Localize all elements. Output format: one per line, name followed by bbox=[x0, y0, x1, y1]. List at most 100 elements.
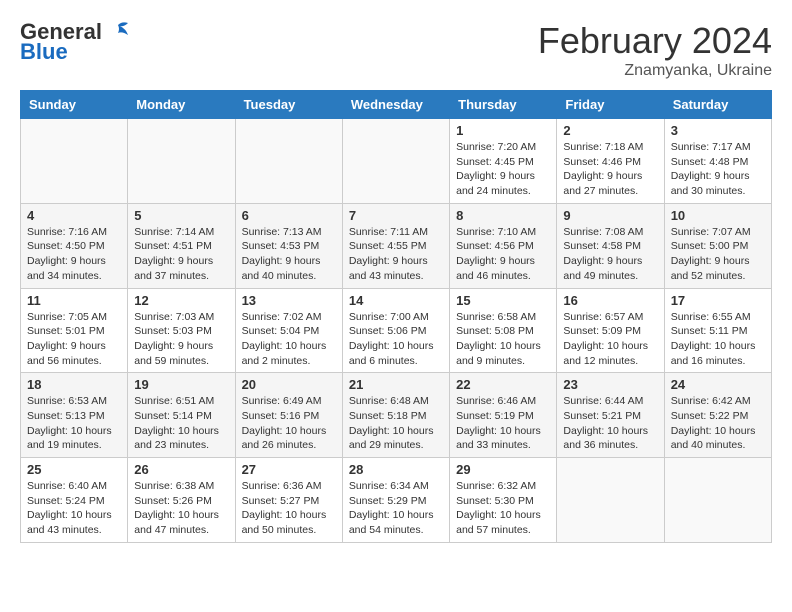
day-info: Sunrise: 6:58 AM Sunset: 5:08 PM Dayligh… bbox=[456, 310, 550, 369]
day-number: 5 bbox=[134, 208, 228, 223]
day-info: Sunrise: 6:32 AM Sunset: 5:30 PM Dayligh… bbox=[456, 479, 550, 538]
table-row: 11 Sunrise: 7:05 AM Sunset: 5:01 PM Dayli… bbox=[21, 288, 128, 373]
calendar-table: Sunday Monday Tuesday Wednesday Thursday… bbox=[20, 90, 772, 543]
day-info: Sunrise: 7:17 AM Sunset: 4:48 PM Dayligh… bbox=[671, 140, 765, 199]
logo-blue-text: Blue bbox=[20, 40, 130, 64]
day-number: 8 bbox=[456, 208, 550, 223]
table-row: 15Sunrise: 6:58 AM Sunset: 5:08 PM Dayli… bbox=[450, 288, 557, 373]
table-row: 28 Sunrise: 6:34 AM Sunset: 5:29 PM Dayli… bbox=[342, 458, 449, 543]
day-number: 21 bbox=[349, 377, 443, 392]
day-number: 16 bbox=[563, 293, 657, 308]
day-info: Sunrise: 7:20 AM Sunset: 4:45 PM Dayligh… bbox=[456, 140, 550, 199]
table-row: 22 Sunrise: 6:46 AM Sunset: 5:19 PM Dayli… bbox=[450, 373, 557, 458]
day-info: Sunrise: 6:53 AM Sunset: 5:13 PM Dayligh… bbox=[27, 394, 121, 453]
calendar-week-1: 1 Sunrise: 7:20 AM Sunset: 4:45 PM Daylig… bbox=[21, 119, 772, 204]
table-row: 19 Sunrise: 6:51 AM Sunset: 5:14 PM Dayli… bbox=[128, 373, 235, 458]
day-number: 26 bbox=[134, 462, 228, 477]
calendar-week-4: 18 Sunrise: 6:53 AM Sunset: 5:13 PM Dayli… bbox=[21, 373, 772, 458]
day-info: Sunrise: 6:42 AM Sunset: 5:22 PM Dayligh… bbox=[671, 394, 765, 453]
table-row: 5 Sunrise: 7:14 AM Sunset: 4:51 PM Daylig… bbox=[128, 203, 235, 288]
day-info: Sunrise: 6:48 AM Sunset: 5:18 PM Dayligh… bbox=[349, 394, 443, 453]
day-info: Sunrise: 7:00 AM Sunset: 5:06 PM Dayligh… bbox=[349, 310, 443, 369]
calendar-header-row: Sunday Monday Tuesday Wednesday Thursday… bbox=[21, 91, 772, 119]
table-row: 18 Sunrise: 6:53 AM Sunset: 5:13 PM Dayli… bbox=[21, 373, 128, 458]
day-number: 3 bbox=[671, 123, 765, 138]
day-number: 18 bbox=[27, 377, 121, 392]
day-info: Sunrise: 7:02 AM Sunset: 5:04 PM Dayligh… bbox=[242, 310, 336, 369]
calendar-week-3: 11 Sunrise: 7:05 AM Sunset: 5:01 PM Dayli… bbox=[21, 288, 772, 373]
day-info: Sunrise: 6:55 AM Sunset: 5:11 PM Dayligh… bbox=[671, 310, 765, 369]
day-number: 11 bbox=[27, 293, 121, 308]
day-number: 29 bbox=[456, 462, 550, 477]
day-info: Sunrise: 6:51 AM Sunset: 5:14 PM Dayligh… bbox=[134, 394, 228, 453]
day-number: 1 bbox=[456, 123, 550, 138]
table-row: 8 Sunrise: 7:10 AM Sunset: 4:56 PM Daylig… bbox=[450, 203, 557, 288]
day-info: Sunrise: 6:34 AM Sunset: 5:29 PM Dayligh… bbox=[349, 479, 443, 538]
table-row: 25Sunrise: 6:40 AM Sunset: 5:24 PM Dayli… bbox=[21, 458, 128, 543]
day-number: 28 bbox=[349, 462, 443, 477]
day-info: Sunrise: 7:13 AM Sunset: 4:53 PM Dayligh… bbox=[242, 225, 336, 284]
day-number: 19 bbox=[134, 377, 228, 392]
table-row bbox=[342, 119, 449, 204]
day-number: 2 bbox=[563, 123, 657, 138]
day-number: 13 bbox=[242, 293, 336, 308]
day-info: Sunrise: 6:44 AM Sunset: 5:21 PM Dayligh… bbox=[563, 394, 657, 453]
day-info: Sunrise: 7:08 AM Sunset: 4:58 PM Dayligh… bbox=[563, 225, 657, 284]
table-row: 17Sunrise: 6:55 AM Sunset: 5:11 PM Dayli… bbox=[664, 288, 771, 373]
day-info: Sunrise: 6:46 AM Sunset: 5:19 PM Dayligh… bbox=[456, 394, 550, 453]
day-number: 4 bbox=[27, 208, 121, 223]
table-row: 23 Sunrise: 6:44 AM Sunset: 5:21 PM Dayli… bbox=[557, 373, 664, 458]
table-row: 4Sunrise: 7:16 AM Sunset: 4:50 PM Daylig… bbox=[21, 203, 128, 288]
day-info: Sunrise: 6:36 AM Sunset: 5:27 PM Dayligh… bbox=[242, 479, 336, 538]
day-number: 27 bbox=[242, 462, 336, 477]
table-row: 2Sunrise: 7:18 AM Sunset: 4:46 PM Daylig… bbox=[557, 119, 664, 204]
page-header: General Blue February 2024 Znamyanka, Uk… bbox=[20, 20, 772, 80]
header-sunday: Sunday bbox=[21, 91, 128, 119]
table-row bbox=[21, 119, 128, 204]
day-info: Sunrise: 7:11 AM Sunset: 4:55 PM Dayligh… bbox=[349, 225, 443, 284]
header-monday: Monday bbox=[128, 91, 235, 119]
table-row: 27 Sunrise: 6:36 AM Sunset: 5:27 PM Dayli… bbox=[235, 458, 342, 543]
table-row: 14 Sunrise: 7:00 AM Sunset: 5:06 PM Dayli… bbox=[342, 288, 449, 373]
table-row: 1 Sunrise: 7:20 AM Sunset: 4:45 PM Daylig… bbox=[450, 119, 557, 204]
table-row: 10 Sunrise: 7:07 AM Sunset: 5:00 PM Dayli… bbox=[664, 203, 771, 288]
calendar-week-5: 25Sunrise: 6:40 AM Sunset: 5:24 PM Dayli… bbox=[21, 458, 772, 543]
day-info: Sunrise: 7:07 AM Sunset: 5:00 PM Dayligh… bbox=[671, 225, 765, 284]
day-info: Sunrise: 7:14 AM Sunset: 4:51 PM Dayligh… bbox=[134, 225, 228, 284]
table-row: 26Sunrise: 6:38 AM Sunset: 5:26 PM Dayli… bbox=[128, 458, 235, 543]
table-row: 7Sunrise: 7:11 AM Sunset: 4:55 PM Daylig… bbox=[342, 203, 449, 288]
table-row: 3 Sunrise: 7:17 AM Sunset: 4:48 PM Daylig… bbox=[664, 119, 771, 204]
day-info: Sunrise: 6:40 AM Sunset: 5:24 PM Dayligh… bbox=[27, 479, 121, 538]
header-tuesday: Tuesday bbox=[235, 91, 342, 119]
table-row: 21 Sunrise: 6:48 AM Sunset: 5:18 PM Dayli… bbox=[342, 373, 449, 458]
table-row: 29 Sunrise: 6:32 AM Sunset: 5:30 PM Dayli… bbox=[450, 458, 557, 543]
table-row bbox=[557, 458, 664, 543]
location: Znamyanka, Ukraine bbox=[538, 62, 772, 80]
day-number: 23 bbox=[563, 377, 657, 392]
table-row bbox=[664, 458, 771, 543]
table-row: 20Sunrise: 6:49 AM Sunset: 5:16 PM Dayli… bbox=[235, 373, 342, 458]
day-number: 9 bbox=[563, 208, 657, 223]
table-row bbox=[235, 119, 342, 204]
table-row: 12Sunrise: 7:03 AM Sunset: 5:03 PM Dayli… bbox=[128, 288, 235, 373]
day-number: 14 bbox=[349, 293, 443, 308]
table-row: 16Sunrise: 6:57 AM Sunset: 5:09 PM Dayli… bbox=[557, 288, 664, 373]
day-info: Sunrise: 7:10 AM Sunset: 4:56 PM Dayligh… bbox=[456, 225, 550, 284]
day-number: 20 bbox=[242, 377, 336, 392]
month-title: February 2024 bbox=[538, 20, 772, 62]
header-friday: Friday bbox=[557, 91, 664, 119]
table-row bbox=[128, 119, 235, 204]
day-info: Sunrise: 7:03 AM Sunset: 5:03 PM Dayligh… bbox=[134, 310, 228, 369]
table-row: 6 Sunrise: 7:13 AM Sunset: 4:53 PM Daylig… bbox=[235, 203, 342, 288]
day-number: 10 bbox=[671, 208, 765, 223]
day-number: 6 bbox=[242, 208, 336, 223]
logo: General Blue bbox=[20, 20, 130, 64]
table-row: 9 Sunrise: 7:08 AM Sunset: 4:58 PM Daylig… bbox=[557, 203, 664, 288]
title-block: February 2024 Znamyanka, Ukraine bbox=[538, 20, 772, 80]
header-saturday: Saturday bbox=[664, 91, 771, 119]
day-number: 22 bbox=[456, 377, 550, 392]
header-wednesday: Wednesday bbox=[342, 91, 449, 119]
calendar-week-2: 4Sunrise: 7:16 AM Sunset: 4:50 PM Daylig… bbox=[21, 203, 772, 288]
day-info: Sunrise: 7:05 AM Sunset: 5:01 PM Dayligh… bbox=[27, 310, 121, 369]
header-thursday: Thursday bbox=[450, 91, 557, 119]
